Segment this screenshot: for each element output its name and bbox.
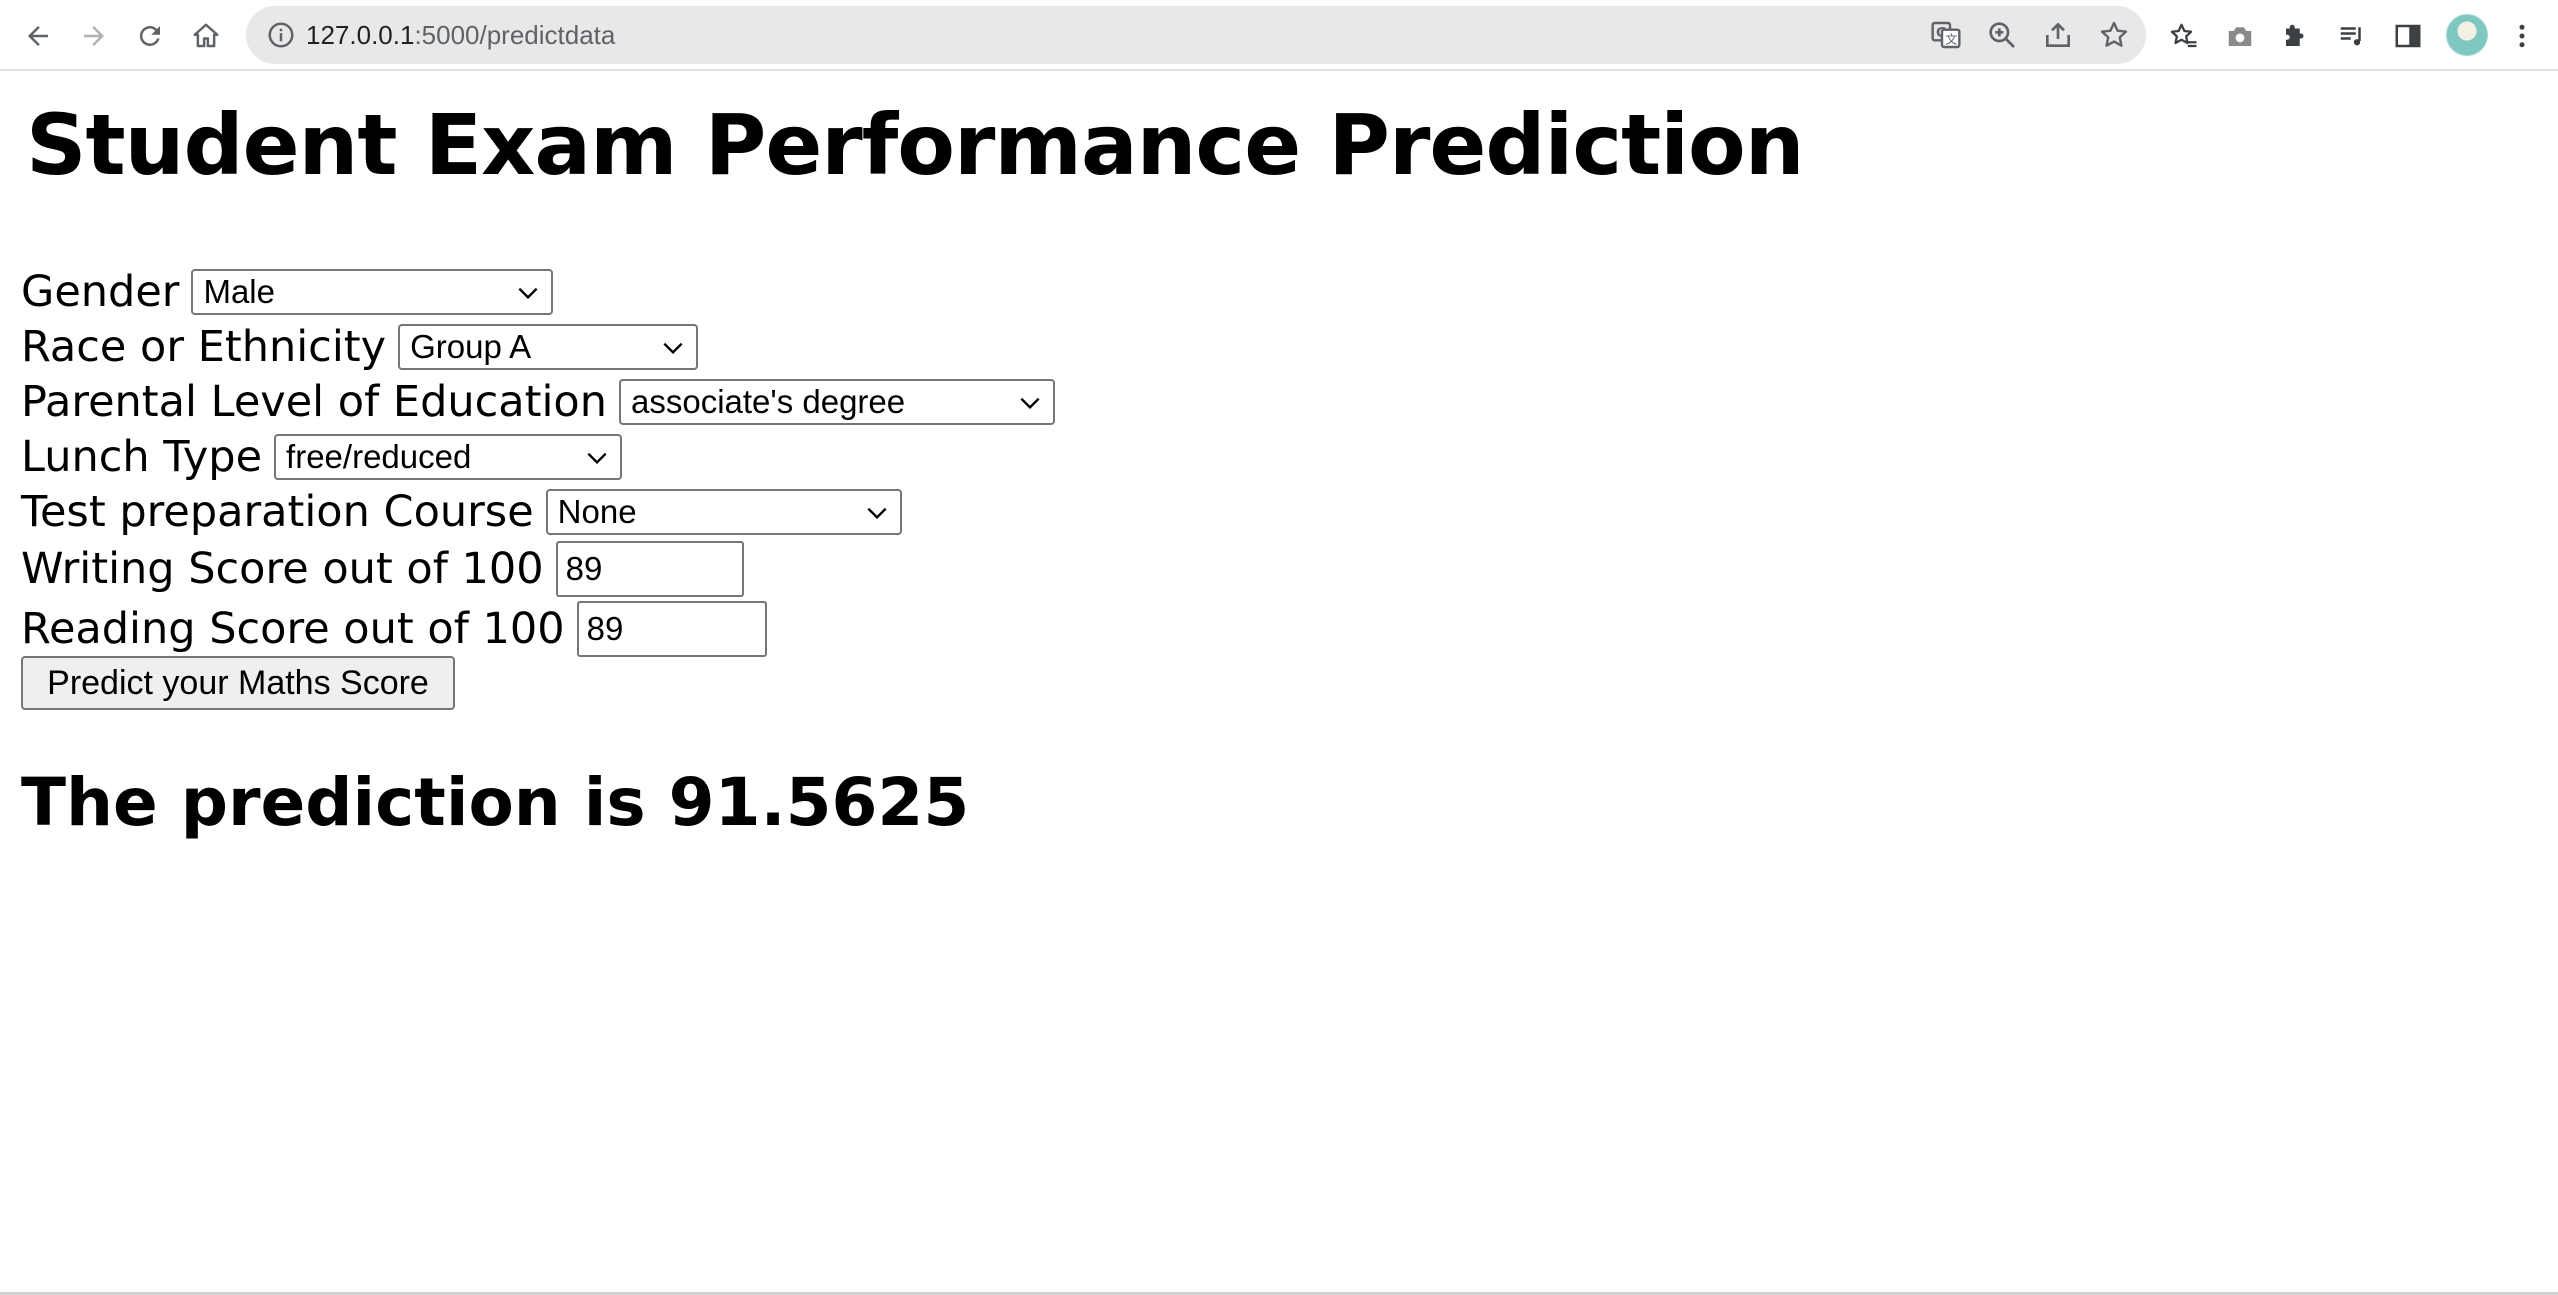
gender-row: Gender Male xyxy=(21,266,554,318)
ethnicity-select[interactable]: Group A xyxy=(398,324,699,370)
chevron-down-icon xyxy=(1020,397,1040,410)
ethnicity-value: Group A xyxy=(410,328,532,365)
reload-icon[interactable] xyxy=(130,16,170,56)
media-control-icon[interactable] xyxy=(2332,16,2372,56)
share-icon[interactable] xyxy=(2042,19,2074,51)
writing-score-row: Writing Score out of 100 89 xyxy=(21,540,744,598)
writing-score-label: Writing Score out of 100 xyxy=(21,544,544,594)
home-icon[interactable] xyxy=(186,16,226,56)
test-prep-value: None xyxy=(557,493,637,530)
ethnicity-label: Race or Ethnicity xyxy=(21,322,387,372)
writing-score-input[interactable]: 89 xyxy=(555,541,744,597)
side-panel-icon[interactable] xyxy=(2388,16,2428,56)
browser-toolbar: 127.0.0.1:5000/predictdata G 文 xyxy=(0,0,2558,71)
lunch-value: free/reduced xyxy=(286,438,472,475)
chevron-down-icon xyxy=(518,287,538,300)
reading-list-icon[interactable] xyxy=(2164,16,2204,56)
translate-icon[interactable]: G 文 xyxy=(1930,19,1962,51)
parental-education-label: Parental Level of Education xyxy=(21,377,607,427)
gender-select[interactable]: Male xyxy=(191,269,554,315)
page-title: Student Exam Performance Prediction xyxy=(26,96,1805,194)
gender-value: Male xyxy=(203,273,275,310)
site-info-icon[interactable] xyxy=(266,20,296,50)
address-bar[interactable]: 127.0.0.1:5000/predictdata G 文 xyxy=(246,6,2146,64)
parental-education-select[interactable]: associate's degree xyxy=(618,379,1055,425)
back-icon[interactable] xyxy=(18,16,58,56)
parental-education-value: associate's degree xyxy=(630,383,906,420)
zoom-icon[interactable] xyxy=(1986,19,2018,51)
lunch-row: Lunch Type free/reduced xyxy=(21,431,623,483)
chevron-down-icon xyxy=(663,342,683,355)
prediction-result: The prediction is 91.5625 xyxy=(21,764,970,841)
forward-icon[interactable] xyxy=(74,16,114,56)
predict-button[interactable]: Predict your Maths Score xyxy=(21,656,455,710)
ethnicity-row: Race or Ethnicity Group A xyxy=(21,321,699,373)
extensions-icon[interactable] xyxy=(2276,16,2316,56)
reading-score-label: Reading Score out of 100 xyxy=(21,604,565,654)
chevron-down-icon xyxy=(587,452,607,465)
chevron-down-icon xyxy=(867,507,887,520)
test-prep-label: Test preparation Course xyxy=(21,487,534,537)
parental-education-row: Parental Level of Education associate's … xyxy=(21,376,1055,428)
url-text: 127.0.0.1:5000/predictdata xyxy=(306,20,616,50)
profile-avatar[interactable] xyxy=(2446,14,2488,56)
gender-label: Gender xyxy=(21,267,180,317)
svg-text:文: 文 xyxy=(1945,32,1957,47)
reading-score-input[interactable]: 89 xyxy=(576,601,767,657)
lunch-label: Lunch Type xyxy=(21,432,263,482)
bookmark-star-icon[interactable] xyxy=(2098,19,2130,51)
lunch-select[interactable]: free/reduced xyxy=(274,434,623,480)
test-prep-row: Test preparation Course None xyxy=(21,486,902,538)
menu-icon[interactable] xyxy=(2502,16,2542,56)
reading-score-row: Reading Score out of 100 89 xyxy=(21,600,767,658)
camera-icon[interactable] xyxy=(2220,16,2260,56)
test-prep-select[interactable]: None xyxy=(545,489,902,535)
